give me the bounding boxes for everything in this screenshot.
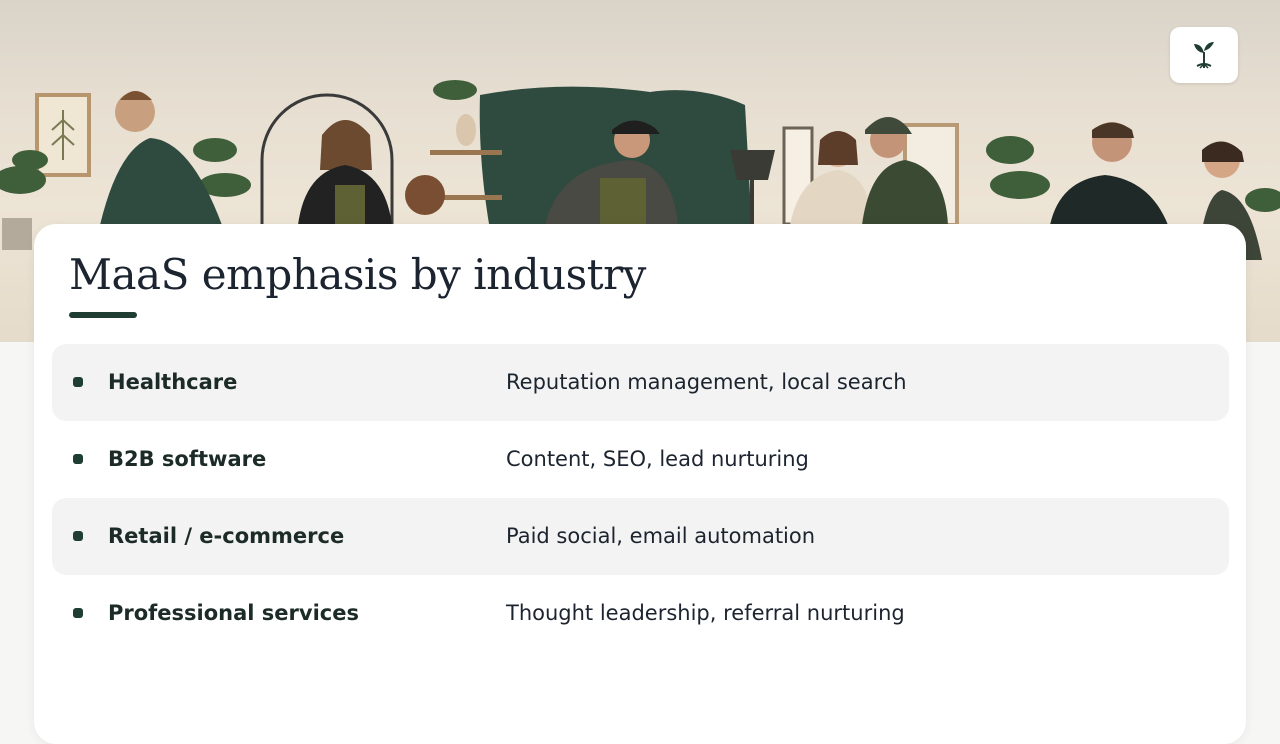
industry-label: B2B software [108, 447, 267, 471]
emphasis-text: Content, SEO, lead nurturing [506, 447, 809, 471]
bullet [73, 608, 83, 618]
industry-label: Retail / e-commerce [108, 524, 345, 548]
list-item: B2B software Content, SEO, lead nurturin… [52, 421, 1229, 498]
list-item: Healthcare Reputation management, local … [52, 344, 1229, 421]
page-title: MaaS emphasis by industry [69, 250, 646, 299]
content-card: MaaS emphasis by industry Healthcare Rep… [34, 224, 1246, 744]
emphasis-text: Reputation management, local search [506, 370, 907, 394]
title-underline [69, 312, 137, 318]
list-item: Retail / e-commerce Paid social, email a… [52, 498, 1229, 575]
logo-badge [1170, 27, 1238, 83]
bullet [73, 454, 83, 464]
industry-list: Healthcare Reputation management, local … [52, 344, 1229, 652]
industry-label: Healthcare [108, 370, 238, 394]
industry-label: Professional services [108, 601, 359, 625]
emphasis-text: Thought leadership, referral nurturing [506, 601, 905, 625]
emphasis-text: Paid social, email automation [506, 524, 816, 548]
list-item: Professional services Thought leadership… [52, 575, 1229, 652]
sprout-icon [1194, 42, 1214, 69]
bullet [73, 377, 83, 387]
bullet [73, 531, 83, 541]
